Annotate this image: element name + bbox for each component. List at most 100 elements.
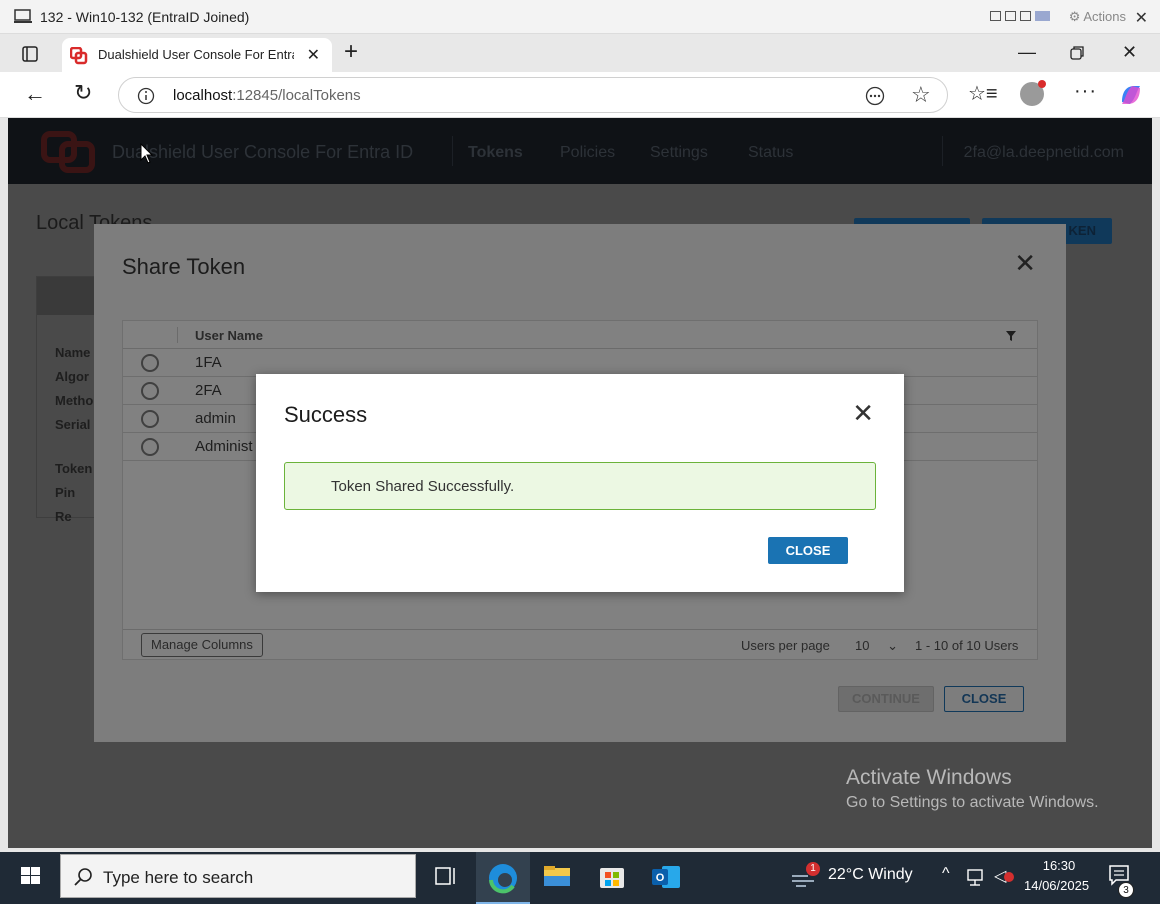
- bg-label-method: Metho: [55, 393, 94, 408]
- row-radio[interactable]: [141, 410, 159, 428]
- browser-tabbar: Dualshield User Console For Entra ID ✕ +…: [0, 34, 1160, 72]
- manage-columns-button[interactable]: Manage Columns: [141, 633, 263, 657]
- tab-dualshield[interactable]: Dualshield User Console For Entra ID ✕: [62, 38, 332, 72]
- users-per-page-label: Users per page: [741, 638, 830, 653]
- nav-settings[interactable]: Settings: [650, 144, 708, 162]
- copilot-icon[interactable]: [1118, 82, 1144, 108]
- clock-date[interactable]: 14/06/2025: [1024, 878, 1089, 893]
- restore-icon[interactable]: [1070, 46, 1084, 60]
- table-row[interactable]: 1FA: [123, 349, 1037, 377]
- profile-avatar[interactable]: [1020, 80, 1046, 106]
- share-dialog-title: Share Token: [122, 254, 246, 279]
- users-per-page-select[interactable]: 10 ⌄: [855, 638, 898, 654]
- filter-icon[interactable]: [1005, 330, 1017, 342]
- chevron-down-icon: ⌄: [887, 638, 898, 653]
- read-aloud-icon[interactable]: [865, 86, 885, 106]
- grid-divider: [177, 327, 178, 343]
- site-info-icon[interactable]: [137, 87, 155, 105]
- bg-label-serial: Serial: [55, 417, 91, 432]
- bg-panel-header: [37, 277, 97, 315]
- row-radio[interactable]: [141, 354, 159, 372]
- gear-icon: ⚙: [1068, 9, 1081, 24]
- success-dialog-title: Success: [284, 402, 368, 427]
- profile-notification-dot: [1038, 80, 1046, 88]
- success-dialog-close-icon[interactable]: ✕: [852, 400, 874, 426]
- volume-muted-icon[interactable]: ◁: [994, 866, 1014, 886]
- vm-computer-icon: [14, 9, 32, 23]
- vm-titlebar: 132 - Win10-132 (EntraID Joined) ⚙ Actio…: [0, 0, 1160, 34]
- app-title: Dualshield User Console For Entra ID: [112, 142, 414, 162]
- favorites-icon[interactable]: ☆≡: [968, 81, 998, 106]
- row-username: Administ: [195, 438, 253, 455]
- bg-token-panel: Name Algor Metho Serial Token Pin Re: [36, 276, 97, 524]
- bg-label-token: Token: [55, 461, 93, 476]
- vm-window-icons: [990, 11, 1050, 21]
- windows-start-icon[interactable]: [6, 852, 56, 900]
- nav-divider: [452, 136, 453, 166]
- file-explorer-icon[interactable]: [540, 860, 576, 892]
- clock-time[interactable]: 16:30: [1036, 858, 1082, 873]
- vm-maximize-icon[interactable]: [1020, 11, 1031, 21]
- activate-windows-subtitle: Go to Settings to activate Windows.: [846, 794, 1099, 811]
- outlook-icon[interactable]: O: [648, 860, 684, 892]
- favorite-star-icon[interactable]: ☆: [911, 82, 931, 108]
- vm-actions-menu[interactable]: ⚙ Actions: [1069, 9, 1126, 25]
- row-radio[interactable]: [141, 438, 159, 456]
- taskbar-search-box[interactable]: Type here to search: [60, 854, 416, 898]
- bg-label-algorithm: Algor: [55, 369, 89, 384]
- tab-title: Dualshield User Console For Entra ID: [98, 47, 294, 62]
- row-username: admin: [195, 410, 236, 427]
- user-email[interactable]: 2fa@la.deepnetid.com: [964, 144, 1124, 162]
- success-close-button[interactable]: CLOSE: [768, 537, 848, 564]
- edge-icon: [489, 864, 517, 894]
- weather-alert-badge: 1: [806, 862, 820, 876]
- windows-taskbar: Type here to search O 1 22°C Windy ^ ◁ 1…: [0, 852, 1160, 904]
- microsoft-store-icon[interactable]: [594, 860, 630, 892]
- vm-minimize-icon[interactable]: [990, 11, 1001, 21]
- vm-close-icon[interactable]: ✕: [1135, 8, 1148, 28]
- tab-actions-icon[interactable]: [22, 46, 38, 62]
- row-radio[interactable]: [141, 382, 159, 400]
- window-close-icon[interactable]: ✕: [1122, 42, 1137, 63]
- activate-windows-title: Activate Windows: [846, 766, 1012, 789]
- weather-text[interactable]: 22°C Windy: [828, 866, 913, 884]
- refresh-icon[interactable]: ↻: [74, 80, 92, 106]
- nav-divider: [942, 136, 943, 166]
- column-header-username[interactable]: User Name: [195, 328, 263, 343]
- bg-label-name: Name: [55, 345, 91, 360]
- success-message: Token Shared Successfully.: [331, 478, 515, 495]
- vm-restore-icon[interactable]: [1005, 11, 1016, 21]
- svg-text:O: O: [656, 872, 665, 884]
- bg-field-labels: Name Algor Metho Serial Token Pin Re: [55, 341, 95, 529]
- task-view-icon[interactable]: [428, 860, 464, 892]
- address-bar[interactable]: localhost:12845/localTokens ☆: [118, 77, 948, 113]
- app-header: Dualshield User Console For Entra ID Tok…: [8, 118, 1152, 184]
- continue-button[interactable]: CONTINUE: [838, 686, 934, 712]
- nav-status[interactable]: Status: [748, 144, 793, 162]
- show-hidden-icons-chevron-up-icon[interactable]: ^: [942, 865, 950, 883]
- notification-count-badge: 3: [1118, 882, 1134, 898]
- success-dialog: Success ✕ Token Shared Successfully. CLO…: [256, 374, 904, 592]
- nav-tokens[interactable]: Tokens: [468, 144, 523, 162]
- browser-toolbar: ← ↻ localhost:12845/localTokens ☆ ☆≡ ···: [0, 72, 1160, 118]
- share-dialog-close-icon[interactable]: ✕: [1014, 250, 1036, 276]
- success-alert: Token Shared Successfully.: [284, 462, 876, 510]
- vm-actions-label: Actions: [1083, 9, 1126, 24]
- tab-close-icon[interactable]: ✕: [307, 45, 320, 65]
- url-text: localhost:12845/localTokens: [173, 87, 361, 104]
- bg-label-pin: Pin Re: [55, 485, 76, 524]
- mouse-cursor-icon: [140, 143, 154, 164]
- row-username: 2FA: [195, 382, 222, 399]
- share-close-button[interactable]: CLOSE: [944, 686, 1024, 712]
- taskbar-edge-active[interactable]: [476, 852, 530, 904]
- search-placeholder: Type here to search: [103, 868, 254, 887]
- more-menu-icon[interactable]: ···: [1074, 80, 1097, 103]
- back-icon[interactable]: ←: [24, 81, 46, 107]
- search-icon: [74, 868, 92, 886]
- nav-policies[interactable]: Policies: [560, 144, 615, 162]
- new-tab-icon[interactable]: +: [344, 38, 358, 66]
- minimize-icon[interactable]: —: [1018, 42, 1036, 63]
- pagination-range: 1 - 10 of 10 Users: [915, 638, 1019, 653]
- network-icon[interactable]: [966, 868, 988, 888]
- grid-footer: Manage Columns Users per page 10 ⌄ 1 - 1…: [123, 629, 1037, 659]
